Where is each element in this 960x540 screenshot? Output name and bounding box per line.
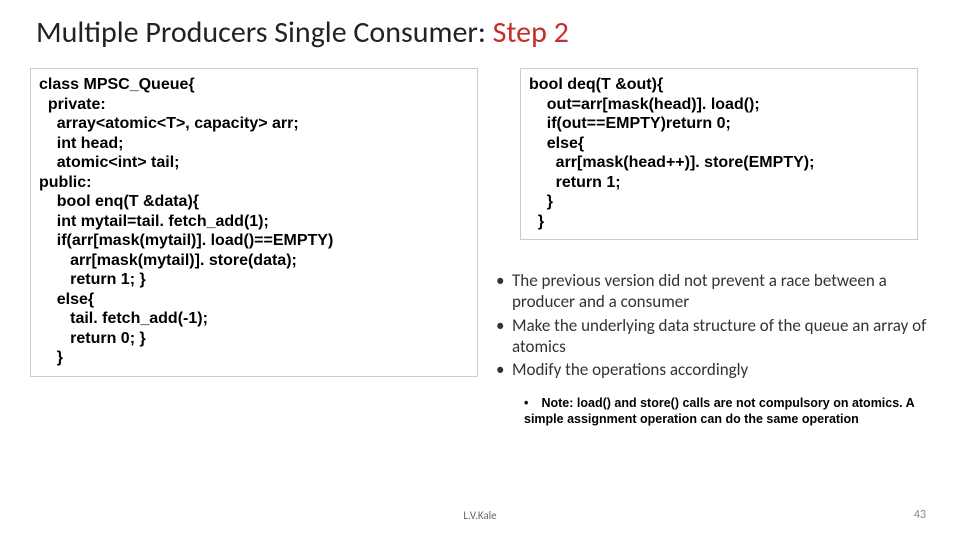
bullet-item: The previous version did not prevent a r… xyxy=(490,270,930,313)
bullet-item: Modify the operations accordingly xyxy=(490,359,930,380)
title-black: Multiple Producers Single Consumer: xyxy=(36,14,493,51)
footer-author: L.V.Kale xyxy=(463,509,496,522)
code-block-right: bool deq(T &out){ out=arr[mask(head)]. l… xyxy=(520,68,918,240)
slide-title: Multiple Producers Single Consumer: Step… xyxy=(36,14,569,51)
title-red: Step 2 xyxy=(493,14,569,51)
bullet-list: The previous version did not prevent a r… xyxy=(490,270,930,382)
subnote-bullet: • xyxy=(524,396,538,412)
sub-note: • Note: load() and store() calls are not… xyxy=(524,396,924,427)
code-block-left: class MPSC_Queue{ private: array<atomic<… xyxy=(30,68,478,377)
footer-page-number: 43 xyxy=(914,508,926,522)
subnote-text: Note: load() and store() calls are not c… xyxy=(524,396,914,426)
bullet-item: Make the underlying data structure of th… xyxy=(490,315,930,358)
